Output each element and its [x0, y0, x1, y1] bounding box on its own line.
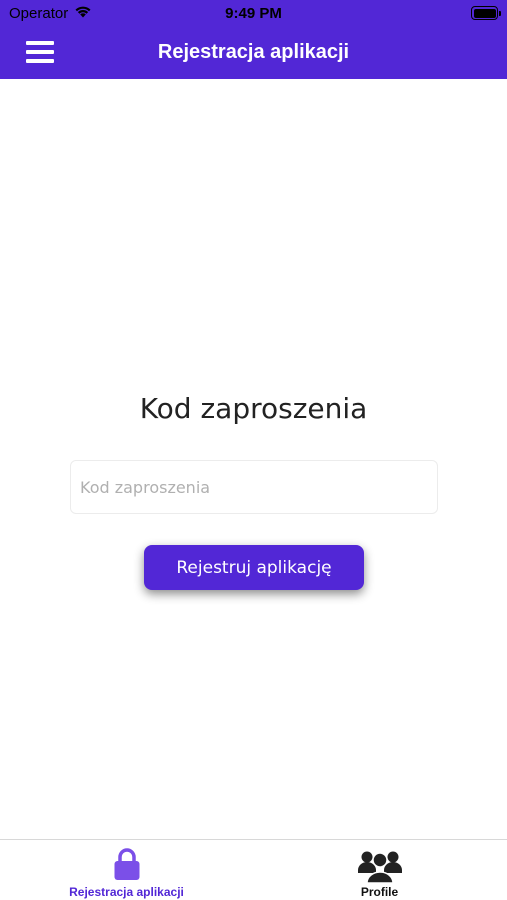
tab-label: Profile — [360, 885, 399, 899]
tab-bar: Rejestracja aplikacji Profile — [0, 839, 507, 900]
tab-label: Rejestracja aplikacji — [69, 885, 184, 899]
nav-bar: Rejestracja aplikacji — [0, 28, 507, 79]
invite-code-heading: Kod zaproszenia — [139, 392, 368, 425]
status-time: 9:49 PM — [225, 5, 282, 22]
tab-app-registration[interactable]: Rejestracja aplikacji — [0, 840, 253, 900]
users-icon — [357, 848, 402, 889]
status-bar: Operator 9:49 PM — [0, 0, 507, 28]
register-app-button[interactable]: Rejestruj aplikację — [144, 545, 364, 590]
invite-code-input[interactable] — [70, 460, 438, 514]
tab-profile[interactable]: Profile — [253, 840, 506, 900]
page-title: Rejestracja aplikacji — [157, 41, 350, 63]
battery-full-icon — [471, 6, 501, 20]
lock-icon — [113, 848, 141, 886]
app-screen: Operator 9:49 PM Rejestracja aplikacji K… — [0, 0, 507, 900]
